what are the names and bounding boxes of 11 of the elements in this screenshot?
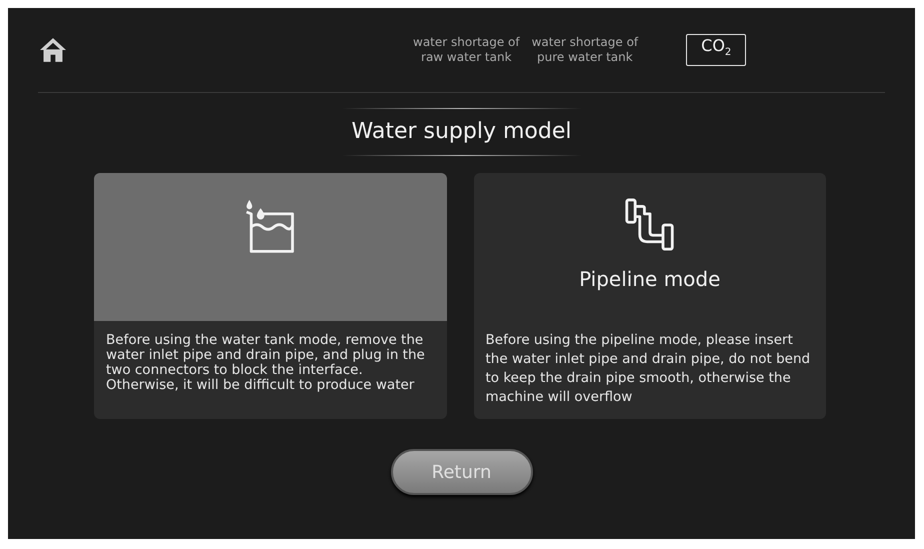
mode-description: Before using the water tank mode, remove the water inlet pipe and drain pipe, and plug in the two connectors to block the interface. Otherwise, it will be difficult to produce water [105,331,426,393]
mode-card[interactable]: Before using the water tank mode, remove the water inlet pipe and drain pipe, and plug in the two connectors to block the interface. Otherwise, it will be difficult to produce water [94,173,446,419]
mode-description: Before using the pipeline mode, please insert the water inlet pipe and drain pipe, do not bend to keep the drain pipe smooth, otherwise the machine will overflow [484,331,812,407]
alert-text: water shortage of raw water tank [413,35,520,65]
mode-card[interactable]: Pipeline mode Before using the pipeline mode, please insert the water inlet pipe and drain pipe, do not bend to keep the drain pipe smooth, otherwise the machine will overflow [474,173,826,419]
home-icon[interactable] [38,37,68,63]
page-title: Water supply model [352,119,572,145]
co2-indicator: CO$_{2}$ [686,34,746,66]
alert-text: water shortage of pure water tank [532,35,638,65]
mode-label: Pipeline mode [579,267,720,291]
pipe-icon [624,197,676,253]
